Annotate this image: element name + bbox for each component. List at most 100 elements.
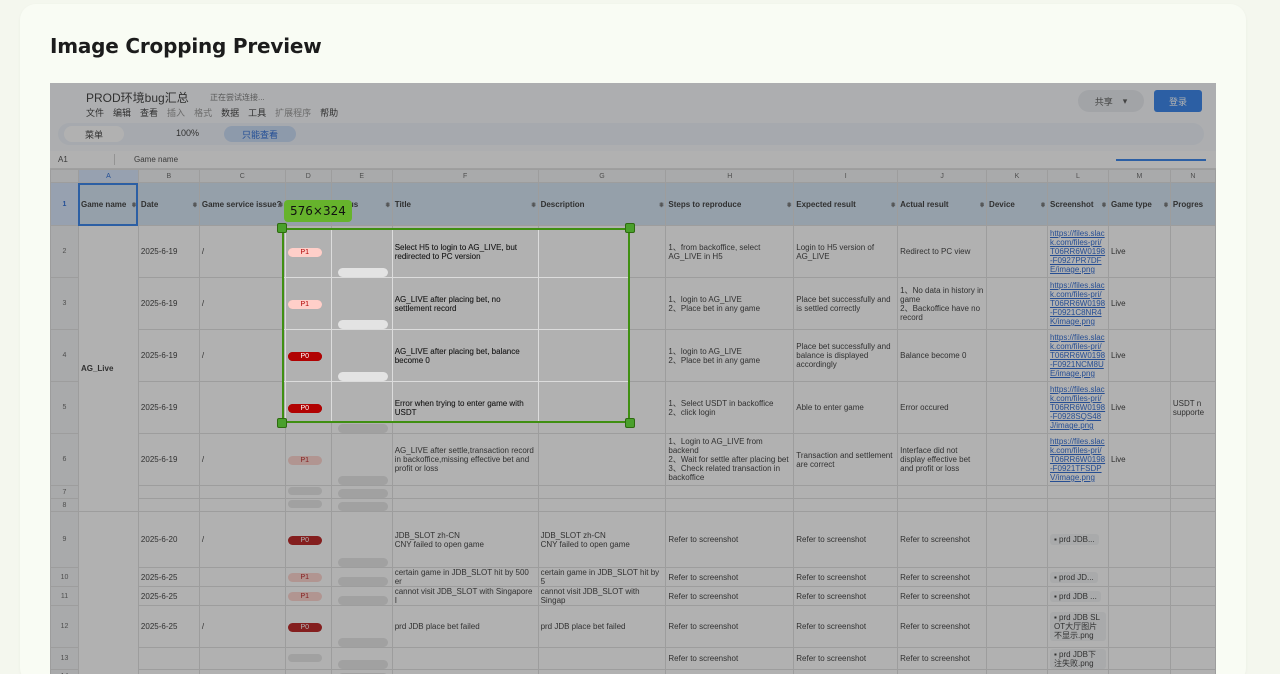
header-cell-screenshot: Screenshot ⩨ <box>1046 182 1109 226</box>
game-type-cell: Live <box>1107 329 1171 382</box>
header-label: Date <box>140 199 159 209</box>
progress-cell <box>1169 329 1216 382</box>
filter-icon: ⩨ <box>787 202 792 209</box>
steps-cell: 1、Select USDT in backoffice 2、click logi… <box>665 381 795 434</box>
description-cell: prd JDB place bet failed <box>537 605 667 648</box>
crop-selection-box[interactable] <box>282 228 630 423</box>
doc-status: 正在尝试连接... <box>210 93 265 102</box>
status-cell <box>330 605 393 648</box>
date-cell: 2025-6-19 <box>137 277 200 330</box>
column-header: N <box>1169 169 1216 183</box>
progress-cell <box>1169 277 1216 330</box>
expected-cell: Transaction and settlement are correct <box>793 433 899 486</box>
filter-icon: ⩨ <box>659 202 664 209</box>
header-label: Expected result <box>796 199 856 209</box>
table-row: 2AG_Live2025-6-19/P1Select H5 to login t… <box>50 225 1216 512</box>
screenshot-file-chip: ▪ prd JDB SLOT大厅图片不显示.png <box>1049 612 1106 641</box>
column-header: G <box>537 169 667 183</box>
game-type-cell <box>1107 647 1171 670</box>
filter-icon: ⩨ <box>278 202 283 209</box>
steps-cell <box>665 498 795 512</box>
header-cell-game-type: Game type ⩨ <box>1107 182 1171 226</box>
file-name: prd JDB ... <box>1059 591 1097 601</box>
progress-cell <box>1169 225 1216 278</box>
expected-cell: Refer to screenshot <box>793 586 899 606</box>
header-label: Game name <box>80 199 127 209</box>
row-number: 6 <box>50 433 79 486</box>
screenshot-cell: https://files.slack.com/files-pri/T06RR6… <box>1046 329 1109 382</box>
screenshot-file-chip: ▪ prod JD... <box>1049 571 1098 583</box>
header-cell-steps: Steps to reproduce ⩨ <box>665 182 795 226</box>
date-cell <box>137 498 200 512</box>
steps-cell: 1、login to AG_LIVE 2、Place bet in any ga… <box>665 277 795 330</box>
priority-badge: P1 <box>287 573 322 582</box>
crop-handle-bottom-left[interactable] <box>277 418 287 428</box>
toolbar-menu: 菜单 <box>64 126 124 142</box>
group-cell-jdb-slot: JDB_slot <box>77 511 139 674</box>
date-cell: 2025-6-20 <box>137 511 200 568</box>
header-label: Device <box>989 199 1015 209</box>
steps-cell: Refer to screenshot <box>665 605 795 648</box>
row-number: 2 <box>50 225 79 278</box>
steps-cell <box>665 669 795 674</box>
status-empty-chip <box>337 424 388 433</box>
device-cell <box>986 647 1048 670</box>
steps-cell <box>665 485 795 499</box>
description-cell: cannot visit JDB_SLOT with Singap <box>537 586 667 606</box>
header-cell-title: Title ⩨ <box>391 182 539 226</box>
steps-cell: 1、Login to AG_LIVE from backend 2、Wait f… <box>665 433 795 486</box>
description-cell: JDB_SLOT zh-CN CNY failed to open game <box>537 511 667 568</box>
table-row: 13 Refer to screenshot Refer to screenshot… <box>50 647 1216 670</box>
priority-empty-chip <box>287 487 322 495</box>
title-cell: JDB_SLOT zh-CN CNY failed to open game <box>391 511 539 568</box>
crop-handle-top-right[interactable] <box>625 223 635 233</box>
table-row: 8 <box>50 498 1216 512</box>
steps-cell: 1、login to AG_LIVE 2、Place bet in any ga… <box>665 329 795 382</box>
column-header: L <box>1046 169 1109 183</box>
screenshot-cell: ▪ prd JDB下注失败.png <box>1046 647 1109 670</box>
loading-bar <box>1116 159 1206 161</box>
header-label: Game type <box>1110 199 1152 209</box>
service-issue-cell <box>198 586 286 606</box>
status-cell <box>330 669 393 674</box>
priority-empty-chip <box>287 500 322 508</box>
filter-icon: ⩨ <box>1041 202 1045 209</box>
header-cell-actual: Actual result ⩨ <box>897 182 988 226</box>
steps-cell: 1、from backoffice, select AG_LIVE in H5 <box>665 225 795 278</box>
priority-cell <box>284 647 332 670</box>
menu-item: 文件 <box>86 108 105 118</box>
menu-item: 工具 <box>248 108 267 118</box>
crop-handle-bottom-right[interactable] <box>625 418 635 428</box>
priority-cell <box>284 485 332 499</box>
service-issue-cell <box>198 498 286 512</box>
crop-handle-top-left[interactable] <box>277 223 287 233</box>
game-type-cell <box>1107 567 1171 587</box>
device-cell <box>986 329 1048 382</box>
priority-badge: P0 <box>287 535 322 545</box>
page-title: Image Cropping Preview <box>50 34 322 58</box>
actual-cell: Refer to screenshot <box>897 567 988 587</box>
crop-preview-area[interactable]: PROD环境bug汇总 正在尝试连接... 文件 编辑 查看 插入 格式 数据 工具 扩展程序… <box>50 83 1216 674</box>
expected-cell: Login to H5 version of AG_LIVE <box>793 225 899 278</box>
table-row: 11 2025-6-25 P1 cannot visit JDB_SLOT with … <box>50 586 1216 606</box>
column-header: C <box>198 169 286 183</box>
menu-item: 扩展程序 <box>275 108 312 118</box>
table-row: 32025-6-19/P1AG_LIVE after placing bet, … <box>50 277 1216 330</box>
spreadsheet-screenshot: PROD环境bug汇总 正在尝试连接... 文件 编辑 查看 插入 格式 数据 工具 扩展程序… <box>50 83 1216 674</box>
row-number: 14 <box>50 669 79 674</box>
progress-cell <box>1169 498 1216 512</box>
screenshot-link: https://files.slack.com/files-pri/T06RR6… <box>1049 281 1106 326</box>
screenshot-cell: ▪ prd JDB SLOT大厅图片不显示.png <box>1046 605 1109 648</box>
date-cell <box>137 669 200 674</box>
game-type-cell <box>1107 511 1171 568</box>
row-number: 3 <box>50 277 79 330</box>
actual-cell <box>897 485 988 499</box>
expected-cell: Place bet successfully and balance is di… <box>793 329 899 382</box>
screenshot-file-chip: ▪ prd JDB... <box>1049 534 1099 545</box>
menu-item: 帮助 <box>320 108 339 118</box>
priority-badge: P0 <box>287 622 322 632</box>
game-type-cell <box>1107 586 1171 606</box>
formula-bar: A1 Game name <box>50 151 1216 169</box>
header-cell-expected: Expected result ⩨ <box>793 182 899 226</box>
file-name: prod JD... <box>1059 572 1094 582</box>
